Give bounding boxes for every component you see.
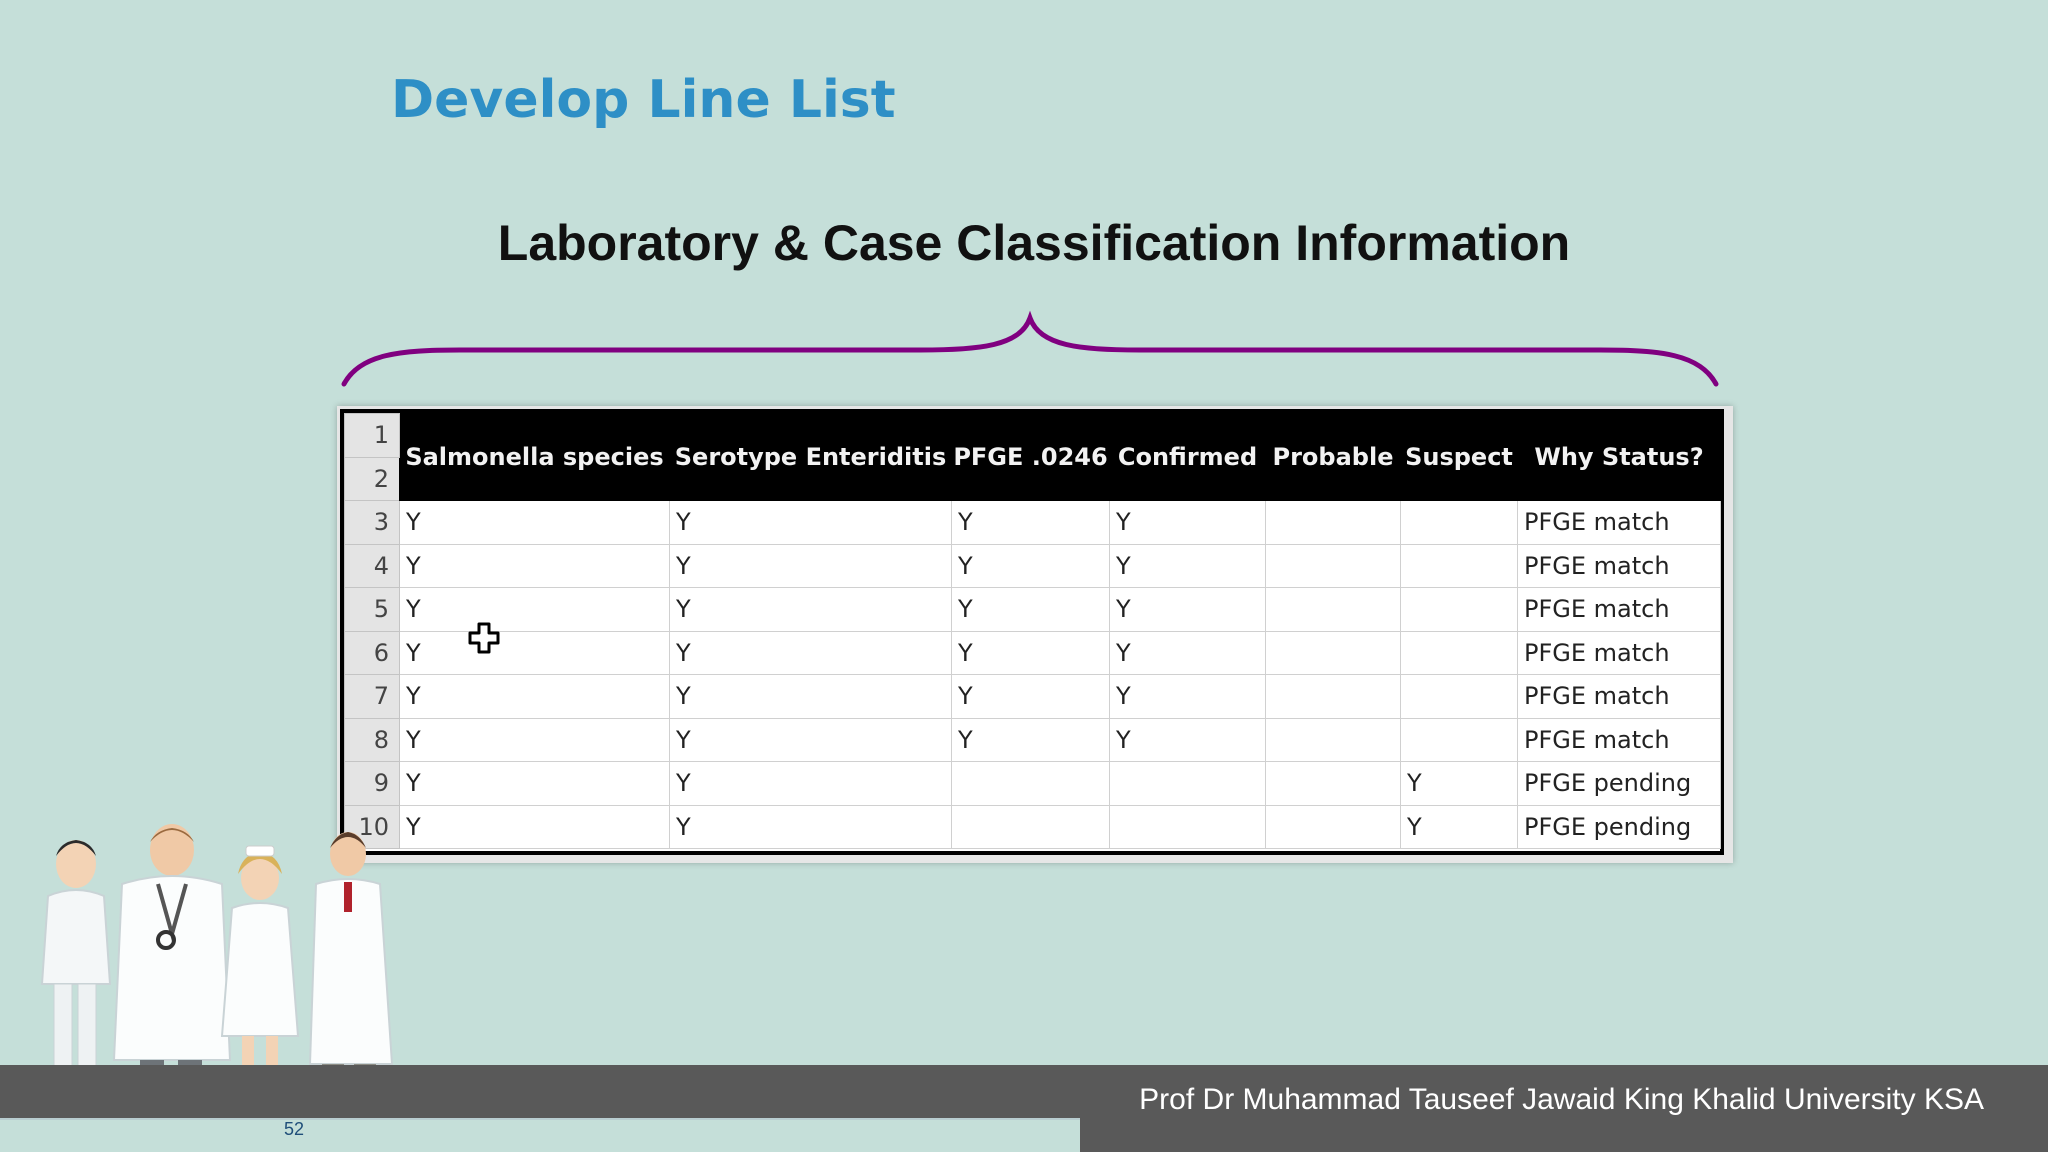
cell-suspect [1400,543,1518,588]
cell-serotype: Y [669,543,952,588]
cell-pfge: Y [951,500,1110,545]
cell-serotype: Y [669,761,952,806]
slide-subtitle: Laboratory & Case Classification Informa… [497,215,1571,271]
cell-why-status: PFGE pending [1517,804,1721,849]
slide-title: Develop Line List [391,70,896,130]
cell-pfge: Y [951,674,1110,719]
cell-confirmed: Y [1109,500,1266,545]
column-header-suspect: Suspect [1400,413,1518,501]
column-header-confirmed: Confirmed [1109,413,1266,501]
cell-pfge: Y [951,717,1110,762]
table-row: 4 Y Y Y Y PFGE match [344,543,1721,588]
cell-why-status: PFGE match [1517,500,1721,545]
cell-confirmed: Y [1109,543,1266,588]
cell-salmonella: Y [399,543,670,588]
table-row: 9 Y Y Y PFGE pending [344,761,1721,806]
cell-probable [1265,761,1401,806]
table-row: 8 Y Y Y Y PFGE match [344,717,1721,762]
cell-suspect [1400,587,1518,632]
row-number: 2 [344,456,400,501]
move-cursor-icon [468,622,500,654]
cell-probable [1265,587,1401,632]
table-row: 6 Y Y Y Y PFGE match [344,630,1721,675]
cell-suspect [1400,717,1518,762]
line-list-table: 1 Salmonella species Serotype Enteriditi… [344,413,1721,849]
cell-confirmed: Y [1109,587,1266,632]
cell-serotype: Y [669,674,952,719]
cell-salmonella: Y [399,674,670,719]
cell-probable [1265,674,1401,719]
cell-suspect [1400,674,1518,719]
cell-serotype: Y [669,804,952,849]
row-number: 4 [344,543,400,588]
curly-brace-icon [341,310,1719,387]
column-header-probable: Probable [1265,413,1401,501]
cell-suspect [1400,500,1518,545]
row-number: 5 [344,587,400,632]
cell-why-status: PFGE match [1517,674,1721,719]
cell-probable [1265,500,1401,545]
cell-why-status: PFGE match [1517,587,1721,632]
cell-salmonella: Y [399,500,670,545]
cell-serotype: Y [669,717,952,762]
table-row: 3 Y Y Y Y PFGE match [344,500,1721,545]
cell-suspect [1400,630,1518,675]
cell-confirmed: Y [1109,674,1266,719]
cell-confirmed [1109,804,1266,849]
cell-pfge: Y [951,587,1110,632]
cell-serotype: Y [669,500,952,545]
footer-credit: Prof Dr Muhammad Tauseef Jawaid King Kha… [1080,1065,2048,1152]
column-header-pfge: PFGE .0246 [951,413,1110,501]
cell-serotype: Y [669,630,952,675]
row-number: 1 [344,413,400,458]
cell-serotype: Y [669,587,952,632]
cell-probable [1265,804,1401,849]
row-number: 8 [344,717,400,762]
cell-salmonella: Y [399,804,670,849]
column-header-serotype: Serotype Enteriditis [669,413,952,501]
table-row: 5 Y Y Y Y PFGE match [344,587,1721,632]
cell-salmonella: Y [399,717,670,762]
spreadsheet-screenshot: 1 Salmonella species Serotype Enteriditi… [337,406,1733,863]
cell-confirmed: Y [1109,630,1266,675]
cell-probable [1265,630,1401,675]
footer-divider [0,1118,1080,1120]
cell-probable [1265,543,1401,588]
cell-why-status: PFGE match [1517,543,1721,588]
row-number: 3 [344,500,400,545]
row-number: 9 [344,761,400,806]
footer-text: Prof Dr Muhammad Tauseef Jawaid King Kha… [1139,1083,1984,1116]
column-header-salmonella: Salmonella species [399,413,670,501]
cell-confirmed [1109,761,1266,806]
cell-why-status: PFGE match [1517,630,1721,675]
row-number: 7 [344,674,400,719]
cell-why-status: PFGE match [1517,717,1721,762]
cell-confirmed: Y [1109,717,1266,762]
cell-salmonella: Y [399,587,670,632]
cell-probable [1265,717,1401,762]
cell-pfge: Y [951,543,1110,588]
cell-suspect: Y [1400,804,1518,849]
cell-pfge [951,761,1110,806]
cell-suspect: Y [1400,761,1518,806]
cell-salmonella: Y [399,761,670,806]
cell-why-status: PFGE pending [1517,761,1721,806]
header-row: 1 Salmonella species Serotype Enteriditi… [344,413,1721,501]
cell-salmonella: Y [399,630,670,675]
row-number: 6 [344,630,400,675]
column-header-why-status: Why Status? [1517,413,1721,501]
table-row: 7 Y Y Y Y PFGE match [344,674,1721,719]
cell-pfge [951,804,1110,849]
table-row: 10 Y Y Y PFGE pending [344,804,1721,849]
cell-pfge: Y [951,630,1110,675]
page-number: 52 [284,1119,305,1139]
